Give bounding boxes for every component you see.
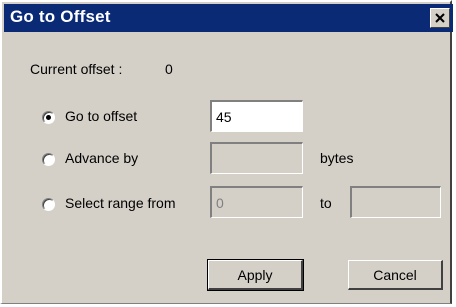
apply-button[interactable]: Apply xyxy=(207,259,304,291)
close-button[interactable] xyxy=(430,8,450,28)
close-icon xyxy=(435,13,445,23)
range-from-input[interactable] xyxy=(210,186,303,218)
advance-by-input[interactable] xyxy=(210,142,303,174)
goto-offset-radio[interactable] xyxy=(42,111,55,124)
advance-by-label: Advance by xyxy=(65,150,139,166)
current-offset-label: Current offset : xyxy=(30,61,123,77)
select-range-radio[interactable] xyxy=(42,198,55,211)
range-to-input[interactable] xyxy=(350,186,441,218)
bytes-label: bytes xyxy=(320,150,354,166)
advance-by-radio[interactable] xyxy=(42,153,55,166)
dialog-title: Go to Offset xyxy=(10,7,111,26)
range-to-label: to xyxy=(320,195,332,211)
title-bar[interactable]: Go to Offset xyxy=(4,4,453,32)
select-range-label: Select range from xyxy=(65,195,176,211)
go-to-offset-dialog: Go to Offset Current offset : 0 Go to of… xyxy=(0,0,453,304)
cancel-button[interactable]: Cancel xyxy=(348,260,443,290)
current-offset-value: 0 xyxy=(165,61,173,77)
goto-offset-input[interactable] xyxy=(210,100,303,132)
goto-offset-label: Go to offset xyxy=(65,108,138,124)
